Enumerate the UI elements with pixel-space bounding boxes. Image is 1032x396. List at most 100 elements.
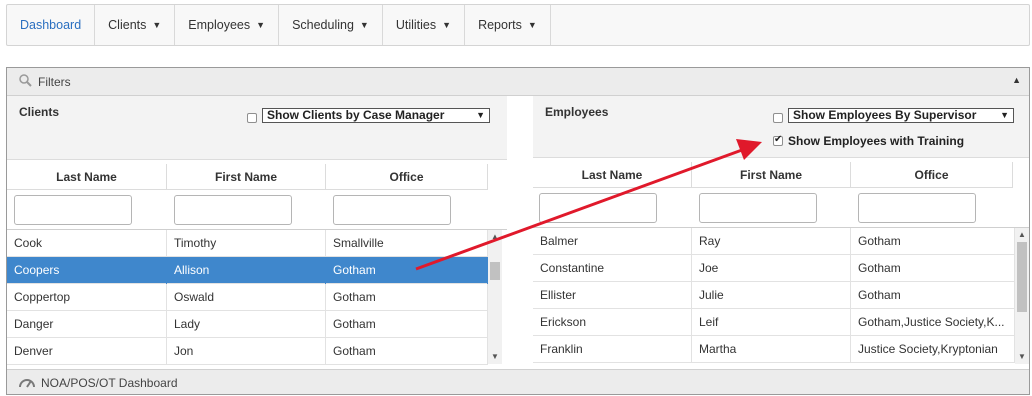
- nav-label: Reports: [478, 18, 522, 32]
- cell-office: Gotham,Justice Society,K...: [851, 309, 1015, 336]
- clients-filter-row: [7, 190, 507, 230]
- clients-header: Clients Show Clients by Case Manager ▼: [7, 96, 507, 160]
- table-row[interactable]: Erickson Leif Gotham,Justice Society,K...: [533, 309, 1015, 336]
- supervisor-checkbox[interactable]: [773, 113, 783, 123]
- cell-first: Lady: [167, 311, 326, 338]
- noa-dashboard-label: NOA/POS/OT Dashboard: [41, 376, 178, 390]
- office-filter-input[interactable]: [333, 195, 451, 225]
- col-last-name[interactable]: Last Name: [7, 164, 167, 190]
- col-office[interactable]: Office: [851, 162, 1013, 188]
- cell-first: Oswald: [167, 284, 326, 311]
- table-row[interactable]: Ellister Julie Gotham: [533, 282, 1015, 309]
- noa-dashboard-bar[interactable]: NOA/POS/OT Dashboard: [7, 369, 1029, 394]
- supervisor-select[interactable]: Show Employees By Supervisor ▼: [788, 108, 1014, 123]
- filters-header[interactable]: Filters ▲: [7, 68, 1029, 96]
- scroll-thumb[interactable]: [490, 261, 500, 280]
- nav-clients[interactable]: Clients ▼: [95, 5, 176, 45]
- last-name-filter-input[interactable]: [539, 193, 657, 223]
- cell-last: Balmer: [533, 228, 692, 255]
- cell-office: Justice Society,Kryptonian: [851, 336, 1015, 363]
- first-name-filter-input[interactable]: [699, 193, 817, 223]
- scroll-up-icon[interactable]: ▲: [1015, 228, 1029, 242]
- col-first-name[interactable]: First Name: [692, 162, 851, 188]
- table-row[interactable]: Constantine Joe Gotham: [533, 255, 1015, 282]
- clients-section: Clients Show Clients by Case Manager ▼ L…: [7, 96, 507, 365]
- cell-first: Timothy: [167, 230, 326, 257]
- chevron-down-icon: ▼: [1000, 110, 1009, 120]
- table-row[interactable]: Denver Jon Gotham: [7, 338, 488, 365]
- cell-first: Jon: [167, 338, 326, 365]
- col-office[interactable]: Office: [326, 164, 488, 190]
- nav-label: Dashboard: [20, 18, 82, 32]
- employees-header: Employees Show Employees By Supervisor ▼…: [533, 96, 1029, 158]
- top-nav: Dashboard Clients ▼ Employees ▼ Scheduling…: [6, 4, 1030, 46]
- last-name-filter-input[interactable]: [14, 195, 132, 225]
- case-manager-select[interactable]: Show Clients by Case Manager ▼: [262, 108, 490, 123]
- speedometer-icon: [19, 376, 35, 391]
- table-row[interactable]: Cook Timothy Smallville: [7, 230, 488, 257]
- cell-first: Julie: [692, 282, 851, 309]
- nav-label: Clients: [108, 18, 147, 32]
- table-row[interactable]: Franklin Martha Justice Society,Kryptonian: [533, 336, 1015, 363]
- table-row[interactable]: Coppertop Oswald Gotham: [7, 284, 488, 311]
- nav-label: Utilities: [395, 18, 437, 32]
- nav-label: Scheduling: [292, 18, 354, 32]
- table-row[interactable]: Balmer Ray Gotham: [533, 228, 1015, 255]
- scroll-down-icon[interactable]: ▼: [488, 350, 502, 364]
- cell-last: Danger: [7, 311, 167, 338]
- cell-first: Martha: [692, 336, 851, 363]
- cell-office: Gotham: [851, 228, 1015, 255]
- scroll-down-icon[interactable]: ▼: [1015, 350, 1029, 364]
- col-first-name[interactable]: First Name: [167, 164, 326, 190]
- section-divider: [507, 96, 533, 364]
- employees-title: Employees: [545, 105, 609, 119]
- cell-last: Coopers: [7, 257, 167, 284]
- table-row[interactable]: Danger Lady Gotham: [7, 311, 488, 338]
- table-row[interactable]: Coopers Allison Gotham: [7, 257, 488, 284]
- caret-down-icon: ▼: [359, 20, 369, 30]
- collapse-icon[interactable]: ▲: [1012, 75, 1021, 85]
- filters-panel: Filters ▲ Clients Show Clients by Case M…: [6, 67, 1030, 395]
- cell-first: Leif: [692, 309, 851, 336]
- nav-reports[interactable]: Reports ▼: [465, 5, 551, 45]
- nav-employees[interactable]: Employees ▼: [175, 5, 280, 45]
- cell-office: Gotham: [851, 282, 1015, 309]
- case-manager-checkbox[interactable]: [247, 113, 257, 123]
- scroll-thumb[interactable]: [1017, 242, 1027, 312]
- nav-dashboard[interactable]: Dashboard: [7, 5, 96, 45]
- training-checkbox[interactable]: [773, 134, 783, 146]
- cell-first: Ray: [692, 228, 851, 255]
- cell-last: Coppertop: [7, 284, 167, 311]
- caret-down-icon: ▼: [527, 20, 537, 30]
- cell-office: Gotham: [326, 338, 488, 365]
- cell-last: Erickson: [533, 309, 692, 336]
- cell-last: Franklin: [533, 336, 692, 363]
- office-filter-input[interactable]: [858, 193, 976, 223]
- select-value: Show Employees By Supervisor: [793, 108, 977, 122]
- cell-office: Gotham: [326, 311, 488, 338]
- clients-scrollbar[interactable]: ▲ ▼: [488, 230, 502, 364]
- clients-column-headers: Last Name First Name Office: [7, 164, 507, 190]
- training-label[interactable]: Show Employees with Training: [788, 134, 964, 148]
- scroll-up-icon[interactable]: ▲: [488, 230, 502, 244]
- chevron-down-icon: ▼: [476, 110, 485, 120]
- cell-first: Allison: [167, 257, 326, 284]
- cell-last: Constantine: [533, 255, 692, 282]
- nav-utilities[interactable]: Utilities ▼: [383, 5, 466, 45]
- cell-last: Denver: [7, 338, 167, 365]
- cell-first: Joe: [692, 255, 851, 282]
- nav-scheduling[interactable]: Scheduling ▼: [279, 5, 383, 45]
- filters-label: Filters: [38, 74, 71, 89]
- caret-down-icon: ▼: [442, 20, 452, 30]
- cell-office: Gotham: [851, 255, 1015, 282]
- nav-label: Employees: [188, 18, 251, 32]
- magnifier-icon: [19, 73, 32, 90]
- cell-last: Ellister: [533, 282, 692, 309]
- employees-scrollbar[interactable]: ▲ ▼: [1015, 228, 1029, 364]
- employees-section: Employees Show Employees By Supervisor ▼…: [533, 96, 1029, 364]
- first-name-filter-input[interactable]: [174, 195, 292, 225]
- caret-down-icon: ▼: [152, 20, 162, 30]
- clients-title: Clients: [19, 105, 60, 119]
- cell-office: Gotham: [326, 284, 488, 311]
- col-last-name[interactable]: Last Name: [533, 162, 692, 188]
